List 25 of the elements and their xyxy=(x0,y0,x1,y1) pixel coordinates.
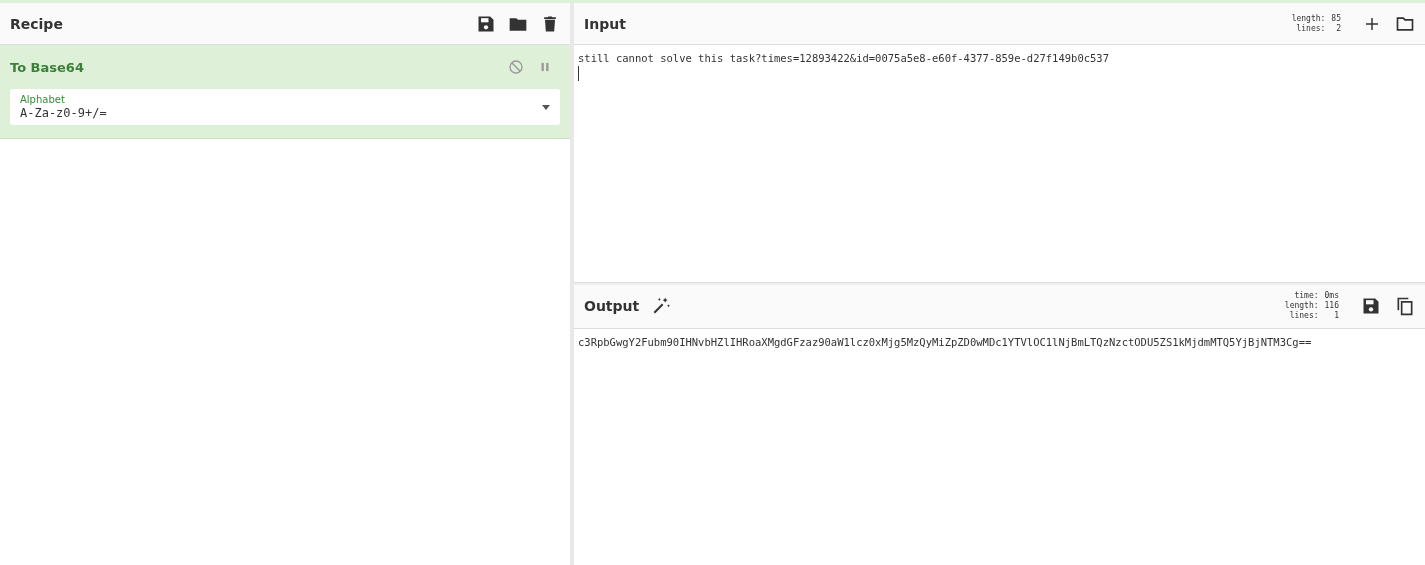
stat-value: 0ms xyxy=(1324,291,1339,301)
alphabet-field[interactable]: Alphabet A-Za-z0-9+/= xyxy=(10,89,560,125)
input-text: still cannot solve this task?times=12893422&id=0075a5e8-e60f-4377-859e-d27f149b0c537 xyxy=(578,51,1110,66)
text-cursor xyxy=(578,66,579,81)
stat-label: lines: xyxy=(1295,23,1326,34)
stat-label: time: xyxy=(1293,291,1319,301)
caret-icon[interactable] xyxy=(542,104,550,110)
operation-name: To Base64 xyxy=(10,59,84,75)
stat-label: length: xyxy=(1291,13,1326,24)
field-value: A-Za-z0-9+/= xyxy=(20,105,107,121)
output-text: c3RpbGwgY2Fubm90IHNvbHZlIHRoaXMgdGFzaz90aW1lcz0xMjg5MzQyMiZpZD0wMDc1YTVlOC1lNjBmLTQzNzctODU5ZS1kMjdmMTQ5YjBjNTM3Cg== xyxy=(578,334,1313,350)
panel-title: Output xyxy=(584,298,640,314)
input-field[interactable]: still cannot solve this task?times=12893422&id=0075a5e8-e60f-4377-859e-d27f149b0c537 xyxy=(574,45,1425,283)
stat-value: 1 xyxy=(1333,311,1339,321)
save-icon[interactable] xyxy=(1361,296,1381,316)
panel-title: Recipe xyxy=(10,15,63,32)
stat-value: 2 xyxy=(1335,23,1341,34)
magic-wand-icon[interactable] xyxy=(651,296,672,316)
stat-value: 85 xyxy=(1331,13,1341,24)
copy-icon[interactable] xyxy=(1395,296,1415,316)
field-label: Alphabet xyxy=(20,93,66,106)
stat-label: lines: xyxy=(1288,311,1319,321)
stat-label: length: xyxy=(1284,301,1319,311)
stat-value: 116 xyxy=(1324,301,1339,311)
panel-title: Input xyxy=(584,15,626,32)
